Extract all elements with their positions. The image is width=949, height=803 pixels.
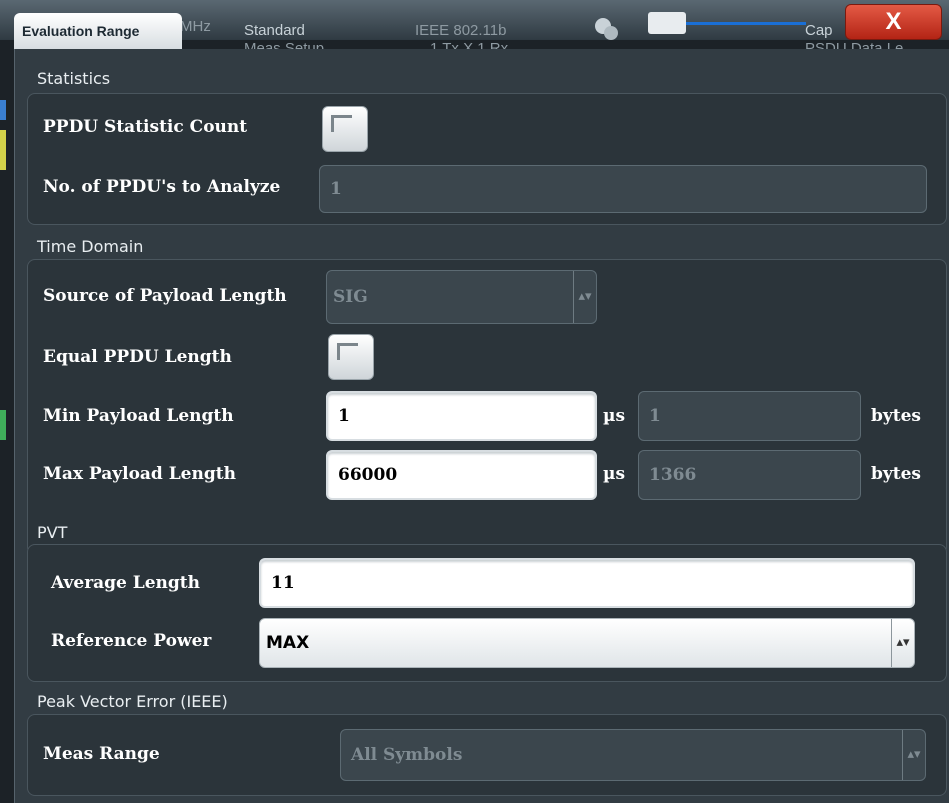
max-payload-unit: µs (603, 464, 626, 484)
min-payload-length-input[interactable]: 1 (326, 391, 597, 441)
num-ppdu-label: No. of PPDU's to Analyze (43, 177, 281, 197)
max-payload-length-label: Max Payload Length (43, 464, 236, 484)
min-payload-unit: µs (603, 406, 626, 426)
equal-ppdu-length-label: Equal PPDU Length (43, 347, 232, 367)
ppdu-statistic-count-label: PPDU Statistic Count (43, 117, 248, 137)
bg-psdu-label: PSDU Data Le (805, 40, 904, 49)
statistics-section-title: Statistics (37, 69, 111, 88)
max-payload-length-input[interactable]: 66000 (326, 450, 597, 500)
bg-capture-label: Cap (805, 22, 833, 39)
bg-ieee-label: IEEE 802.11b (415, 22, 507, 39)
reference-power-value: MAX (266, 633, 310, 653)
bg-slider-track (686, 22, 806, 25)
meas-range-label: Meas Range (43, 744, 160, 764)
close-icon: X (885, 8, 902, 35)
ppdu-statistic-count-checkbox[interactable] (322, 106, 368, 152)
max-payload-bytes-unit: bytes (871, 464, 922, 484)
bg-meas-setup-label: Meas Setup (244, 40, 325, 49)
average-length-input[interactable]: 11 (259, 558, 915, 608)
spinner-icon: ▴▾ (891, 619, 914, 667)
min-payload-bytes-unit: bytes (871, 406, 922, 426)
average-length-label: Average Length (51, 573, 201, 593)
bg-edge-marker (0, 100, 6, 120)
num-ppdu-field[interactable]: 1 (319, 165, 927, 213)
dialog-title: Evaluation Range (22, 23, 140, 39)
reference-power-label: Reference Power (51, 631, 212, 651)
bg-tx-rx-label: 1 Tx X 1 Rx (430, 40, 509, 49)
meas-range-value: All Symbols (351, 745, 463, 765)
bg-edge-marker (0, 130, 6, 170)
spinner-icon: ▴▾ (902, 730, 925, 780)
dialog-tab-evaluation-range[interactable]: Evaluation Range (14, 13, 182, 49)
reference-power-select[interactable]: MAX ▴▾ (259, 618, 915, 668)
bg-edge-marker (0, 410, 6, 440)
source-payload-length-label: Source of Payload Length (43, 286, 287, 306)
bg-indicator-icon-2 (604, 26, 618, 40)
bg-slider-handle (648, 12, 686, 34)
spinner-icon: ▴▾ (573, 271, 596, 323)
source-payload-length-value: SIG (333, 287, 368, 307)
pvt-section-title: PVT (37, 523, 68, 542)
evaluation-range-dialog: Statistics PPDU Statistic Count No. of P… (14, 49, 949, 803)
meas-range-select[interactable]: All Symbols ▴▾ (340, 729, 926, 781)
bg-frequency-fragment: MHz (180, 18, 211, 35)
bg-standard-label: Standard (244, 22, 305, 39)
peak-vector-error-section-title: Peak Vector Error (IEEE) (37, 692, 228, 711)
source-payload-length-select[interactable]: SIG ▴▾ (326, 270, 597, 324)
time-domain-section-title: Time Domain (37, 237, 144, 256)
min-payload-bytes-field[interactable]: 1 (638, 391, 861, 441)
min-payload-length-label: Min Payload Length (43, 406, 234, 426)
close-button[interactable]: X (845, 4, 942, 40)
max-payload-bytes-field[interactable]: 1366 (638, 450, 861, 500)
equal-ppdu-length-checkbox[interactable] (328, 334, 374, 380)
